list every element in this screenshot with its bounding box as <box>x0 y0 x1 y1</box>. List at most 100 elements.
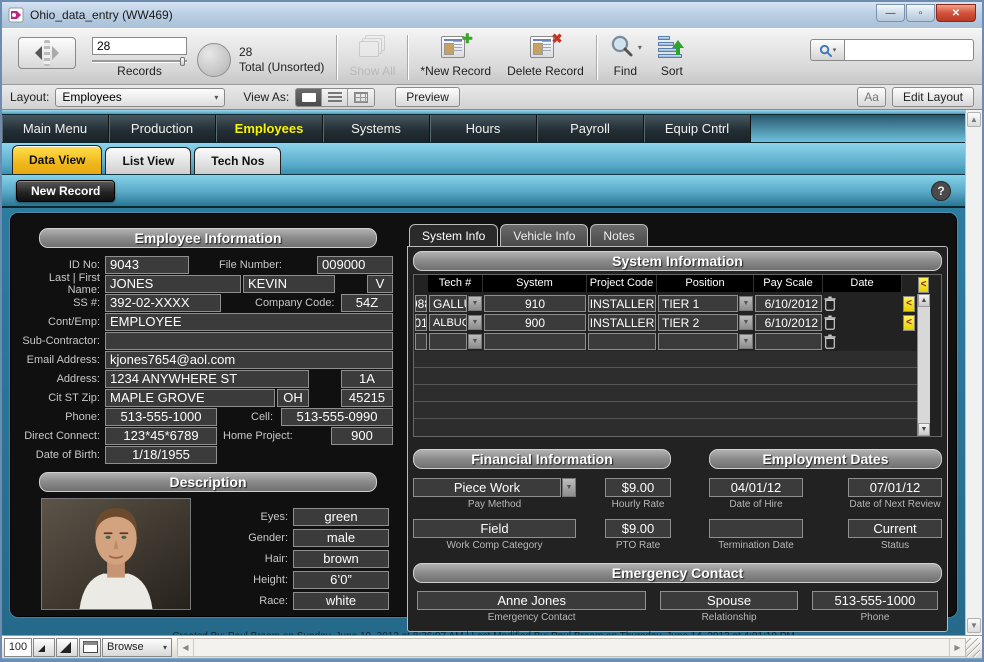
quick-find-scope-button[interactable]: ▾ <box>810 39 844 61</box>
current-record-input[interactable] <box>92 37 187 55</box>
delete-record-button[interactable]: ✖ Delete Record <box>499 31 592 84</box>
close-button[interactable]: ✕ <box>936 4 976 22</box>
relationship-field[interactable]: Spouse <box>660 591 798 610</box>
middle-initial-field[interactable]: V <box>367 275 393 293</box>
eyes-field[interactable]: green <box>293 508 389 526</box>
tab-tech-nos[interactable]: Tech Nos <box>194 147 281 174</box>
found-set-pie-icon[interactable] <box>197 43 231 77</box>
zip-field[interactable]: 45215 <box>341 389 393 407</box>
emergency-contact-field[interactable]: Anne Jones <box>417 591 646 610</box>
project-code-field[interactable]: 910 <box>484 295 586 312</box>
termination-date-field[interactable] <box>709 519 803 538</box>
project-code-field[interactable]: 900 <box>484 314 586 331</box>
scroll-up-icon[interactable]: ▲ <box>918 294 930 307</box>
previous-record-icon[interactable] <box>35 46 42 60</box>
tab-equip-cntrl[interactable]: Equip Cntrl <box>644 115 751 142</box>
new-record-button[interactable]: New Record <box>16 180 115 202</box>
sort-button[interactable]: Sort <box>650 31 694 84</box>
tech-number-field[interactable]: 988 <box>415 295 427 312</box>
cont-emp-field[interactable]: EMPLOYEE <box>105 313 393 331</box>
pay-scale-dropdown-icon[interactable]: ▼ <box>739 334 753 349</box>
position-field[interactable]: INSTALLER <box>588 295 656 312</box>
tab-data-view[interactable]: Data View <box>12 145 102 174</box>
next-record-icon[interactable] <box>52 46 59 60</box>
next-review-field[interactable]: 07/01/12 <box>848 478 942 497</box>
tab-vehicle-info[interactable]: Vehicle Info <box>500 224 588 246</box>
id-no-field[interactable]: 9043 <box>105 256 189 274</box>
pay-method-field[interactable]: Piece Work <box>413 478 561 497</box>
tab-list-view[interactable]: List View <box>105 147 191 174</box>
edit-layout-button[interactable]: Edit Layout <box>892 87 974 107</box>
project-code-field[interactable] <box>484 333 586 350</box>
vertical-scrollbar[interactable]: ▲ ▼ <box>965 110 982 635</box>
find-button[interactable]: ▾ Find <box>601 31 650 84</box>
hair-field[interactable]: brown <box>293 550 389 568</box>
maximize-button[interactable]: ▫ <box>906 4 935 22</box>
view-as-table-button[interactable] <box>348 89 374 106</box>
sub-contractor-field[interactable] <box>105 332 393 350</box>
email-field[interactable]: kjones7654@aol.com <box>105 351 393 369</box>
tab-systems[interactable]: Systems <box>323 115 430 142</box>
system-field[interactable]: ALBUQUERQUE <box>429 314 467 331</box>
date-field[interactable]: 6/10/2012 <box>755 314 822 331</box>
tab-system-info[interactable]: System Info <box>409 224 498 246</box>
show-all-button[interactable]: Show All <box>341 31 403 84</box>
date-field[interactable]: 6/10/2012 <box>755 295 822 312</box>
record-navigation-book[interactable] <box>18 37 76 69</box>
height-field[interactable]: 6’0” <box>293 571 389 589</box>
text-formatting-button[interactable]: Aa <box>857 87 886 107</box>
tech-number-field[interactable] <box>415 333 427 350</box>
system-dropdown-icon[interactable]: ▼ <box>468 334 482 349</box>
row-go-button[interactable]: < <box>903 296 915 312</box>
system-dropdown-icon[interactable]: ▼ <box>468 315 482 330</box>
row-go-button[interactable]: < <box>903 315 915 331</box>
slider-thumb[interactable] <box>180 57 185 66</box>
tab-employees[interactable]: Employees <box>216 115 323 142</box>
position-field[interactable]: INSTALLER <box>588 314 656 331</box>
home-project-field[interactable]: 900 <box>331 427 393 445</box>
pay-method-dropdown-icon[interactable]: ▼ <box>562 478 576 497</box>
tab-payroll[interactable]: Payroll <box>537 115 644 142</box>
row-go-button[interactable]: < <box>918 277 929 293</box>
table-scrollbar[interactable]: ▲ ▼ <box>917 294 930 436</box>
file-number-field[interactable]: 009000 <box>317 256 393 274</box>
tech-number-field[interactable]: 1012 <box>415 314 427 331</box>
delete-row-icon[interactable] <box>824 296 836 311</box>
company-code-field[interactable]: 54Z <box>341 294 393 312</box>
view-as-form-button[interactable] <box>296 89 322 106</box>
delete-row-icon[interactable] <box>824 334 836 349</box>
tab-production[interactable]: Production <box>109 115 216 142</box>
scroll-up-icon[interactable]: ▲ <box>967 112 981 127</box>
record-slider[interactable] <box>92 57 187 64</box>
pay-scale-field[interactable] <box>658 333 738 350</box>
preview-button[interactable]: Preview <box>395 87 460 107</box>
scroll-down-icon[interactable]: ▼ <box>918 423 930 436</box>
scroll-right-icon[interactable]: ▶ <box>949 639 965 656</box>
resize-grip[interactable] <box>966 638 980 657</box>
pay-scale-field[interactable]: TIER 1 <box>658 295 738 312</box>
phone-field[interactable]: 513-555-1000 <box>105 408 217 426</box>
address-field[interactable]: 1234 ANYWHERE ST <box>105 370 309 388</box>
pto-rate-field[interactable]: $9.00 <box>605 519 671 538</box>
state-field[interactable]: OH <box>277 389 309 407</box>
zoom-out-button[interactable] <box>33 638 55 657</box>
system-field[interactable] <box>429 333 467 350</box>
gender-field[interactable]: male <box>293 529 389 547</box>
layout-select[interactable]: Employees ▾ <box>55 88 225 107</box>
mode-select[interactable]: Browse ▾ <box>102 638 172 657</box>
quick-find-input[interactable] <box>844 39 974 61</box>
emergency-phone-field[interactable]: 513-555-1000 <box>812 591 938 610</box>
hourly-rate-field[interactable]: $9.00 <box>605 478 671 497</box>
system-field[interactable]: GALLUP <box>429 295 467 312</box>
last-name-field[interactable]: JONES <box>105 275 241 293</box>
city-field[interactable]: MAPLE GROVE <box>105 389 275 407</box>
race-field[interactable]: white <box>293 592 389 610</box>
position-field[interactable] <box>588 333 656 350</box>
pay-scale-dropdown-icon[interactable]: ▼ <box>739 296 753 311</box>
toggle-status-toolbar-button[interactable] <box>79 638 101 657</box>
view-as-list-button[interactable] <box>322 89 348 106</box>
pay-scale-dropdown-icon[interactable]: ▼ <box>739 315 753 330</box>
date-field[interactable] <box>755 333 822 350</box>
new-record-toolbar-button[interactable]: ✚ *New Record <box>412 31 499 84</box>
pay-scale-field[interactable]: TIER 2 <box>658 314 738 331</box>
